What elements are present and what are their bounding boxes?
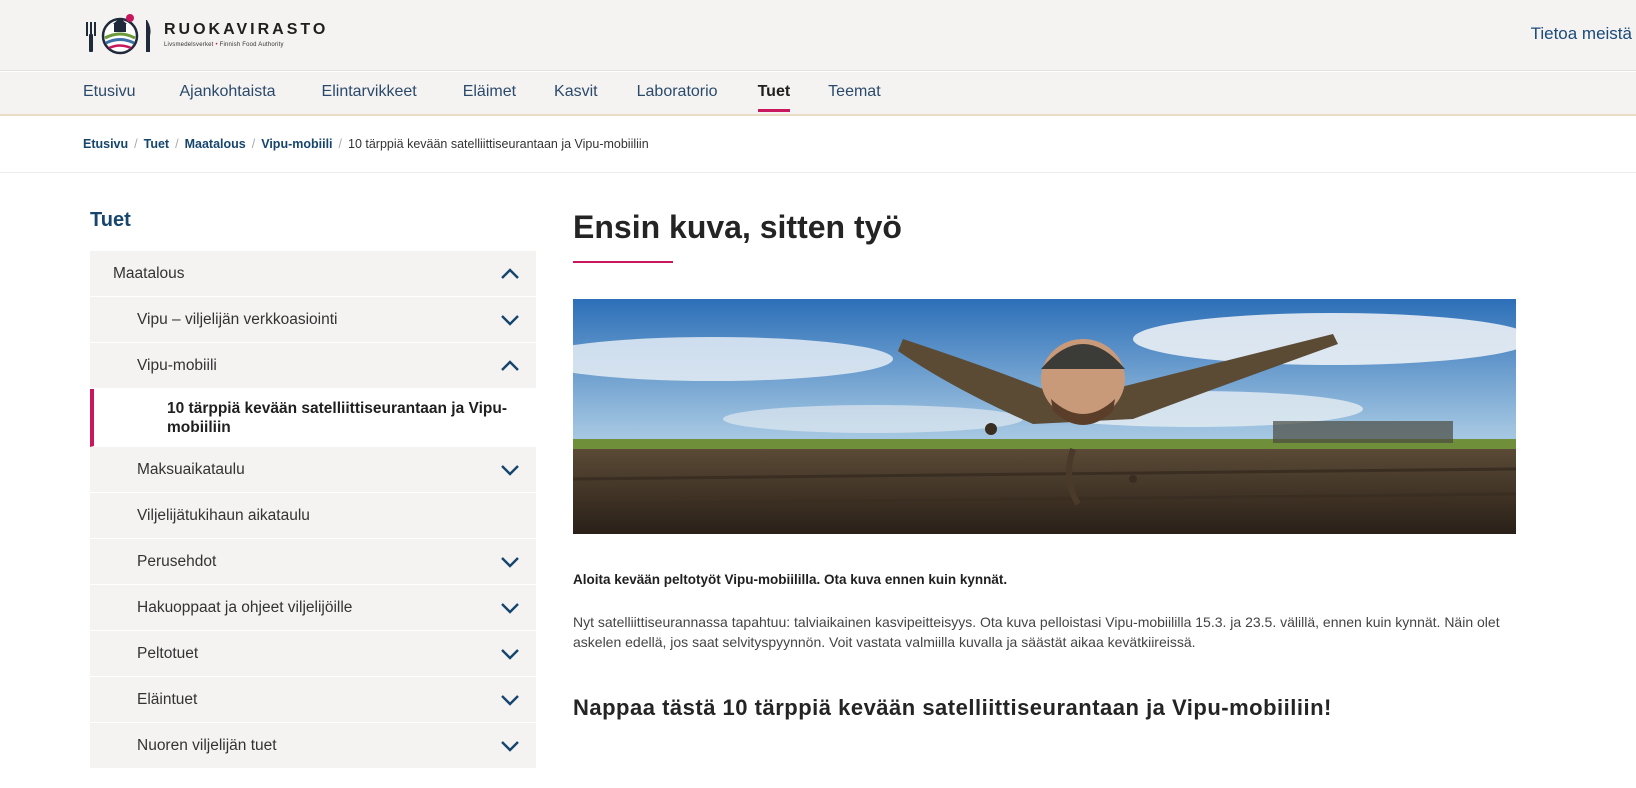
nav-item-el-imet[interactable]: Eläimet (463, 72, 516, 116)
nav-item-teemat[interactable]: Teemat (828, 72, 880, 116)
sidebar-item[interactable]: Nuoren viljelijän tuet (90, 723, 536, 769)
hero-image (573, 299, 1516, 534)
nav-item-etusivu[interactable]: Etusivu (83, 72, 135, 116)
chevron-down-icon[interactable] (484, 447, 536, 493)
sidebar-item-label: Viljelijätukihaun aikataulu (137, 506, 310, 524)
nav-item-tuet[interactable]: Tuet (757, 72, 790, 116)
logo-sub-dot: • (215, 41, 218, 48)
sidebar-item-label: Eläintuet (137, 690, 198, 708)
logo-name: RUOKAVIRASTO (164, 20, 329, 38)
nav-item-elintarvikkeet[interactable]: Elintarvikkeet (322, 72, 417, 116)
logo-subtitle: Livsmedelsverket • Finnish Food Authorit… (164, 42, 328, 48)
breadcrumb-separator: / (251, 137, 256, 151)
sidebar-item-label: Hakuoppaat ja ohjeet viljelijöille (137, 598, 353, 616)
chevron-down-icon[interactable] (484, 677, 536, 723)
main-navigation: Etusivu Ajankohtaista Elintarvikkeet Eläime… (0, 72, 1636, 116)
article-lead: Aloita kevään peltotyöt Vipu-mobiililla.… (573, 572, 1008, 587)
sidebar-item[interactable]: Viljelijätukihaun aikataulu (90, 493, 536, 539)
breadcrumb-current: 10 tärppiä kevään satelliittiseurantaan … (348, 137, 649, 151)
chevron-up-icon[interactable] (484, 343, 536, 389)
sidebar-item-label: Peltotuet (137, 644, 199, 662)
site-logo[interactable]: RUOKAVIRASTO Livsmedelsverket • Finnish … (84, 12, 328, 56)
breadcrumb-link[interactable]: Etusivu (83, 137, 128, 151)
sidebar-item[interactable]: Hakuoppaat ja ohjeet viljelijöille (90, 585, 536, 631)
article-subheading: Nappaa tästä 10 tärppiä kevään satelliit… (573, 695, 1332, 720)
logo-sub-english: Finnish Food Authority (219, 41, 284, 48)
breadcrumb-separator: / (338, 137, 342, 151)
sidebar-item[interactable]: Vipu-mobiili (90, 343, 536, 389)
logo-emblem-icon (84, 12, 156, 56)
nav-item-kasvit[interactable]: Kasvit (554, 72, 598, 116)
sidebar-item[interactable]: 10 tärppiä kevään satelliittiseurantaan … (90, 389, 536, 447)
about-us-link[interactable]: Tietoa meistä (1531, 24, 1632, 44)
sidebar-item[interactable]: Eläintuet (90, 677, 536, 723)
sidebar-item[interactable]: Vipu – viljelijän verkkoasiointi (90, 297, 536, 343)
sidebar-item-label: Nuoren viljelijän tuet (137, 736, 277, 754)
sidebar-title[interactable]: Tuet (90, 209, 131, 232)
breadcrumb: Etusivu / Tuet / Maatalous / Vipu-mobiili / 10 t… (83, 137, 649, 151)
chevron-down-icon[interactable] (484, 297, 536, 343)
breadcrumb-link[interactable]: Vipu-mobiili (261, 137, 332, 151)
article-body: Nyt satelliittiseurannassa tapahtuu: tal… (573, 614, 1500, 650)
sidebar-item-label: Maatalous (113, 264, 185, 282)
sidebar-item-label: Maksuaikataulu (137, 460, 245, 478)
page-title: Ensin kuva, sitten työ (573, 209, 902, 245)
breadcrumb-link[interactable]: Tuet (144, 137, 169, 151)
chevron-down-icon[interactable] (484, 723, 536, 769)
sidebar-item-label: Vipu – viljelijän verkkoasiointi (137, 310, 338, 328)
nav-item-laboratorio[interactable]: Laboratorio (637, 72, 718, 116)
site-header: RUOKAVIRASTO Livsmedelsverket • Finnish … (0, 0, 1636, 71)
main-nav-list: Etusivu Ajankohtaista Elintarvikkeet Eläime… (83, 72, 881, 116)
sidebar-item-label: Perusehdot (137, 552, 217, 570)
chevron-down-icon[interactable] (484, 631, 536, 677)
breadcrumb-separator: / (175, 137, 179, 151)
nav-item-ajankohtaista[interactable]: Ajankohtaista (179, 72, 275, 116)
sidebar-item[interactable]: Perusehdot (90, 539, 536, 585)
sidebar-item-label: 10 tärppiä kevään satelliittiseurantaan … (167, 399, 507, 436)
sidebar-item[interactable]: Maatalous (90, 251, 536, 297)
chevron-down-icon[interactable] (484, 585, 536, 631)
title-accent-rule (573, 261, 673, 263)
sidebar-item[interactable]: Peltotuet (90, 631, 536, 677)
chevron-up-icon[interactable] (484, 251, 536, 297)
sidebar-menu: Maatalous Vipu – viljelijän verkkoasioint… (90, 251, 536, 769)
chevron-down-icon[interactable] (484, 539, 536, 585)
logo-sub-swedish: Livsmedelsverket (164, 41, 214, 48)
sidebar-item-label: Vipu-mobiili (137, 356, 217, 374)
sidebar-item[interactable]: Maksuaikataulu (90, 447, 536, 493)
breadcrumb-divider (0, 172, 1636, 173)
breadcrumb-separator: / (134, 137, 138, 151)
breadcrumb-link[interactable]: Maatalous (185, 137, 246, 151)
